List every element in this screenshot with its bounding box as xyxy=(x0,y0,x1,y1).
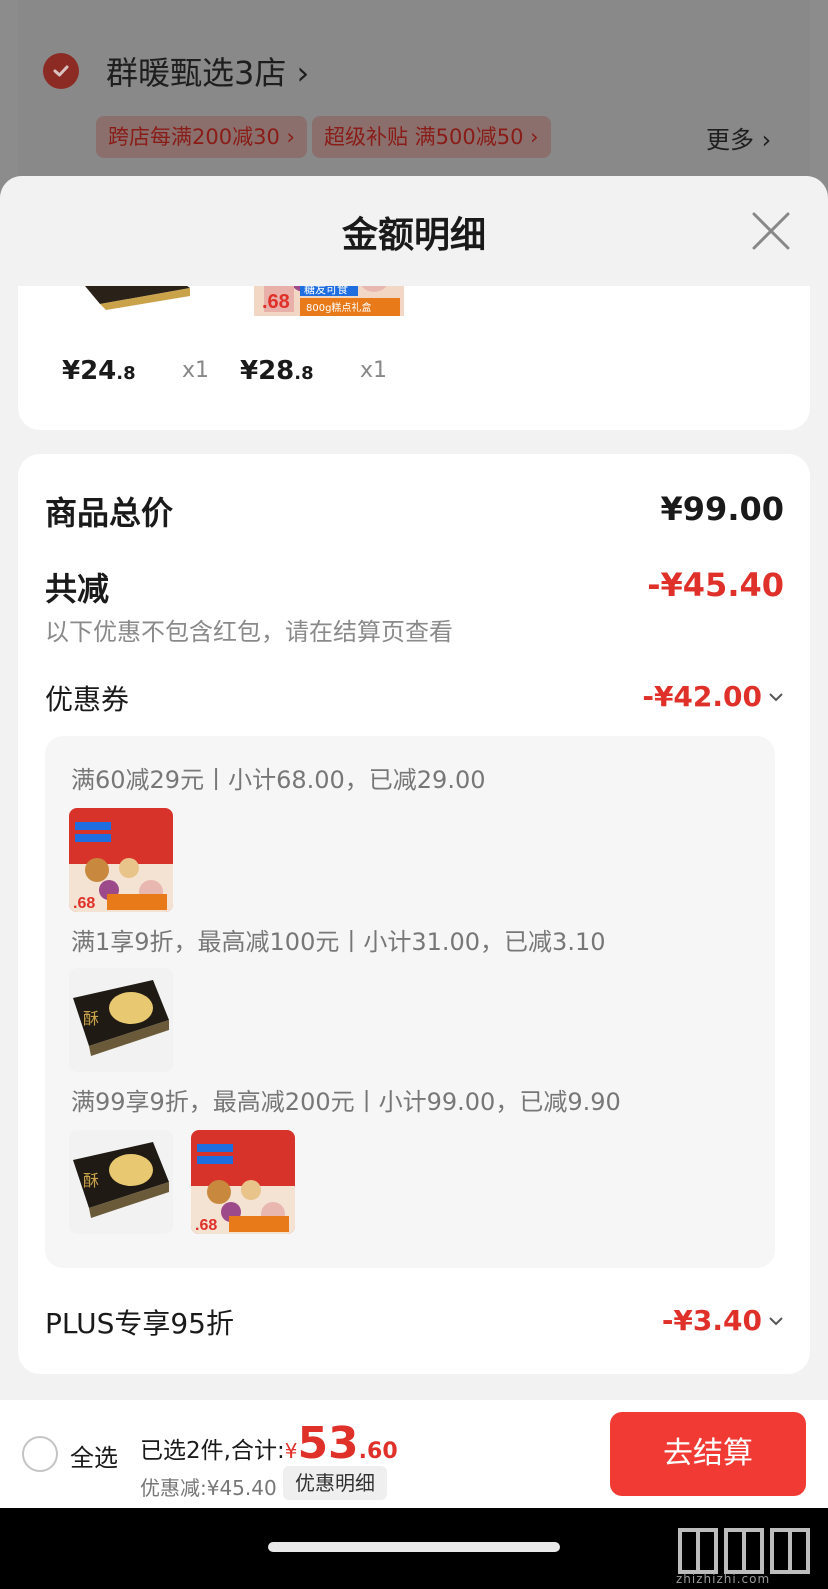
svg-text:酥: 酥 xyxy=(83,1171,99,1190)
checkout-bar: 全选 已选2件,合计:¥53.60 优惠减:¥45.40 优惠明细 去结算 xyxy=(0,1400,828,1508)
close-button[interactable] xyxy=(750,210,792,252)
store-name[interactable]: 群暖甄选3店 › xyxy=(106,48,309,94)
amount-detail-sheet: .68 糖友可食 800g糕点礼盒 ¥24.8 x1 ¥28.8 x1 金额明细… xyxy=(0,176,828,1416)
price-detail-card: 商品总价 ¥99.00 共减 -¥45.40 以下优惠不包含红包，请在结算页查看… xyxy=(18,454,810,1374)
checkout-button[interactable]: 去结算 xyxy=(610,1412,806,1496)
coupon-toggle[interactable]: -¥42.00 xyxy=(642,680,784,713)
coupon-rule: 满1享9折，最高减100元丨小计31.00，已减3.10 xyxy=(71,928,606,956)
coupon-rule: 满99享9折，最高减200元丨小计99.00，已减9.90 xyxy=(71,1088,621,1116)
watermark-text: zhizhizhi.com xyxy=(676,1572,771,1586)
store-check-icon[interactable] xyxy=(43,53,79,89)
svg-text:.68: .68 xyxy=(262,291,290,313)
currency-symbol: ¥ xyxy=(284,1439,298,1463)
discount-detail-button[interactable]: 优惠明细 xyxy=(283,1466,387,1500)
goods-total-label: 商品总价 xyxy=(45,494,174,532)
store-card xyxy=(18,0,810,200)
coupon-value: -¥42.00 xyxy=(642,680,762,713)
home-indicator[interactable] xyxy=(268,1542,560,1552)
discount-amount: 优惠减:¥45.40 xyxy=(140,1476,277,1500)
product-quantity: x1 xyxy=(360,358,388,383)
plus-discount-value: -¥3.40 xyxy=(661,1304,762,1337)
total-summary: 已选2件,合计:¥53.60 xyxy=(140,1418,398,1469)
sheet-header: 金额明细 xyxy=(0,176,828,286)
selected-count-label: 已选2件,合计: xyxy=(140,1438,285,1464)
product-thumbnail: 酥 xyxy=(69,968,173,1072)
select-all-checkbox[interactable] xyxy=(22,1436,58,1472)
chevron-down-icon xyxy=(769,692,783,701)
product-thumbnail: .68 xyxy=(191,1130,295,1234)
plus-discount-label: PLUS专享95折 xyxy=(45,1307,234,1340)
total-amount-cents: .60 xyxy=(358,1439,398,1464)
select-all-label: 全选 xyxy=(70,1444,118,1472)
total-reduce-value: -¥45.40 xyxy=(647,566,784,604)
store-promo-tag[interactable]: 跨店每满200减30 › xyxy=(96,116,307,158)
store-more-link[interactable]: 更多 › xyxy=(706,120,771,155)
product-price: ¥28.8 xyxy=(240,356,314,386)
svg-text:.68: .68 xyxy=(195,1217,217,1234)
product-quantity: x1 xyxy=(182,358,210,383)
total-reduce-label: 共减 xyxy=(45,570,110,608)
svg-text:.68: .68 xyxy=(73,895,95,912)
product-thumbnail: 酥 xyxy=(69,1130,173,1234)
plus-discount-toggle[interactable]: -¥3.40 xyxy=(662,1304,784,1337)
product-thumbnail: .68 xyxy=(69,808,173,912)
product-price: ¥24.8 xyxy=(62,356,136,386)
chevron-right-icon: › xyxy=(296,54,310,92)
chevron-down-icon xyxy=(769,1316,783,1325)
store-promo-tag[interactable]: 超级补贴 满500减50 › xyxy=(312,116,551,158)
close-icon xyxy=(752,212,790,250)
goods-total-value: ¥99.00 xyxy=(660,490,784,528)
total-amount: 53 xyxy=(297,1418,359,1469)
coupon-detail-box: 满60减29元丨小计68.00，已减29.00 .68 满1享9折，最高减100… xyxy=(45,736,775,1268)
coupon-rule: 满60减29元丨小计68.00，已减29.00 xyxy=(71,766,486,794)
sheet-title: 金额明细 xyxy=(341,215,486,256)
svg-text:800g糕点礼盒: 800g糕点礼盒 xyxy=(306,301,371,314)
reduce-note: 以下优惠不包含红包，请在结算页查看 xyxy=(45,618,453,646)
coupon-label: 优惠券 xyxy=(45,683,130,716)
svg-text:酥: 酥 xyxy=(83,1009,99,1028)
